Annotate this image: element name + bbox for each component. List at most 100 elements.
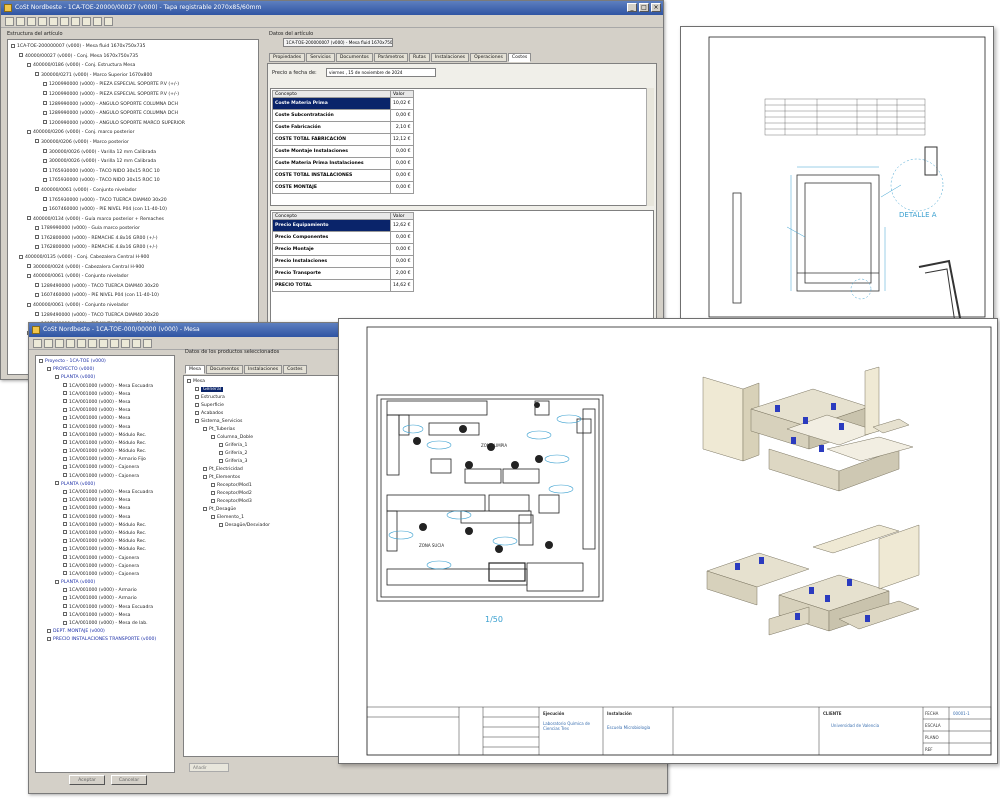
expand-icon[interactable] (63, 620, 67, 625)
expand-icon[interactable] (203, 426, 207, 431)
tree-node[interactable]: 1CA-TOE-200000007 (v000) - Mesa fluid 16… (11, 42, 255, 52)
tree-node[interactable]: PRECIO INSTALACIONES TRANSPORTE (v000) (39, 636, 171, 644)
paste-icon[interactable] (71, 17, 80, 26)
tree-node[interactable]: 400000/0134 (v000) - Guía marco posterio… (11, 215, 255, 225)
tree-node[interactable]: Proyecto - 1CA-TOE (v000) (39, 358, 171, 366)
expand-icon[interactable] (35, 235, 39, 240)
table-row[interactable]: Precio Montaje 0,00 € (272, 243, 414, 256)
tree-node[interactable]: 1CA/001000 (v000) - Armario Fijo (39, 456, 171, 464)
expand-icon[interactable] (63, 555, 67, 559)
tab-instalaciones[interactable]: Instalaciones (244, 365, 283, 374)
expand-icon[interactable] (35, 292, 39, 297)
tree-node[interactable]: 400000/0206 (v000) - Conj. marco posteri… (11, 128, 255, 138)
tree-node[interactable]: 1CA/001000 (v000) - Mesa (39, 391, 171, 399)
expand-icon[interactable] (35, 244, 39, 249)
print-icon[interactable] (38, 17, 47, 26)
expand-icon[interactable] (27, 62, 31, 67)
expand-icon[interactable] (63, 399, 67, 404)
expand-icon[interactable] (63, 546, 67, 551)
tab-operaciones[interactable]: Operaciones (470, 53, 507, 62)
expand-icon[interactable] (35, 187, 39, 192)
tree-node[interactable]: 1289990000 (v000) - ANGULO SOPORTE COLUM… (11, 100, 255, 110)
expand-icon[interactable] (203, 506, 207, 511)
table-row[interactable]: Coste Montaje Instalaciones 0,00 € (272, 145, 414, 158)
tree-node[interactable]: 1CA/001000 (v000) - Mesa (39, 514, 171, 522)
tree-node[interactable]: 1765930000 (v000) - TACO NIDO 30x15 ROC … (11, 176, 255, 186)
tab-mesa[interactable]: Mesa (185, 365, 205, 374)
tree-node[interactable]: Pt_Electricidad (187, 466, 339, 474)
table-row[interactable]: PRECIO TOTAL 14,62 € (272, 279, 414, 292)
tree-node[interactable]: 1CA/001000 (v000) - Mesa (39, 505, 171, 513)
expand-icon[interactable] (203, 474, 207, 479)
expand-icon[interactable] (203, 466, 207, 471)
expand-icon[interactable] (63, 383, 67, 388)
tree-node[interactable]: 1CA/001000 (v000) - Armario (39, 595, 171, 603)
tab-propiedades[interactable]: Propiedades (269, 53, 306, 62)
copy-icon[interactable] (77, 339, 86, 348)
tab-costes[interactable]: Costes (283, 365, 307, 374)
tree-node[interactable]: PLANTA (v000) (39, 579, 171, 587)
expand-icon[interactable] (63, 604, 67, 609)
tree-node[interactable]: 1200990000 (v000) - PIEZA ESPECIAL SOPOR… (11, 80, 255, 90)
expand-icon[interactable] (35, 312, 39, 317)
expand-icon[interactable] (195, 394, 199, 399)
tree-node[interactable]: Receptor/Mod2 (187, 490, 339, 498)
minimize-button[interactable]: _ (627, 3, 637, 12)
expand-icon[interactable] (27, 216, 31, 221)
tab-par-metros[interactable]: Parámetros (373, 53, 409, 62)
expand-icon[interactable] (63, 571, 67, 576)
help-icon[interactable] (104, 17, 113, 26)
expand-icon[interactable] (63, 407, 67, 412)
product-detail-tree[interactable]: Mesa General Estructura Superficie Acabados S… (183, 375, 343, 757)
scrollbar[interactable] (646, 88, 654, 206)
expand-icon[interactable] (35, 72, 39, 77)
tree-node[interactable]: 300000/0026 (v000) - Varilla 12 mm Calib… (11, 157, 255, 167)
expand-icon[interactable] (27, 273, 31, 278)
expand-icon[interactable] (43, 177, 47, 182)
tree-node[interactable]: 1CA/001000 (v000) - Módulo Rec. (39, 448, 171, 456)
tree-node[interactable]: 400000/0061 (v000) - Conjunto nivelador (11, 301, 255, 311)
tree-node[interactable]: 1765930000 (v000) - TACO NIDO 30x15 ROC … (11, 167, 255, 177)
tree-node[interactable]: 1762800000 (v000) - REMACHE 4.8x16 GR00 … (11, 243, 255, 253)
column-header[interactable]: Valor (390, 212, 414, 220)
expand-icon[interactable] (39, 358, 43, 363)
tree-node[interactable]: 1CA/001000 (v000) - Mesa (39, 497, 171, 505)
tree-node[interactable]: General (187, 386, 339, 394)
tree-node[interactable]: 1CA/001000 (v000) - Módulo Rec. (39, 538, 171, 546)
tab-documentos[interactable]: Documentos (335, 53, 373, 62)
expand-icon[interactable] (219, 442, 223, 447)
expand-icon[interactable] (47, 636, 51, 641)
expand-icon[interactable] (43, 197, 47, 201)
expand-icon[interactable] (63, 489, 67, 494)
expand-icon[interactable] (27, 129, 31, 134)
tab-rutas[interactable]: Rutas (409, 53, 430, 62)
tree-node[interactable]: 1289490000 (v000) - TACO TUERCA DIAM40 3… (11, 282, 255, 292)
table-row[interactable]: Coste Materia Prima 10,02 € (272, 97, 414, 110)
tree-node[interactable]: Receptor/Mod3 (187, 498, 339, 506)
expand-icon[interactable] (19, 53, 23, 58)
tree-node[interactable]: Pt_Tuberías (187, 426, 339, 434)
maximize-button[interactable]: □ (639, 3, 649, 12)
date-picker[interactable]: viernes , 15 de noviembre de 2024 (326, 68, 436, 77)
refresh-icon[interactable] (93, 17, 102, 26)
expand-icon[interactable] (63, 415, 67, 420)
table-row[interactable]: COSTE MONTAJE 0,00 € (272, 181, 414, 194)
tree-node[interactable]: 1200990000 (v000) - ANGULO SOPORTE MARCO… (11, 119, 255, 129)
tree-node[interactable]: Acabados (187, 410, 339, 418)
tree-node[interactable]: 300000/0206 (v000) - Marco posterior (11, 138, 255, 148)
expand-icon[interactable] (35, 283, 39, 288)
tree-node[interactable]: 1CA/001000 (v000) - Mesa (39, 424, 171, 432)
expand-icon[interactable] (187, 378, 191, 383)
column-header[interactable]: Valor (390, 90, 414, 98)
close-button[interactable]: × (651, 3, 661, 12)
expand-icon[interactable] (195, 386, 199, 391)
expand-icon[interactable] (219, 458, 223, 463)
tree-node[interactable]: 400000/0061 (v000) - Conjunto nivelador (11, 186, 255, 196)
tree-node[interactable]: 1762800000 (v000) - REMACHE 4.8x16 GR00 … (11, 234, 255, 244)
tree-node[interactable]: 1CA/001000 (v000) - Mesa (39, 399, 171, 407)
tree-node[interactable]: 1CA/001000 (v000) - Módulo Rec. (39, 522, 171, 530)
article-field[interactable]: 1CA-TOE-200000007 (v000) - Mesa fluid 16… (283, 38, 393, 47)
expand-icon[interactable] (195, 402, 199, 407)
tree-node[interactable]: 400000/0061 (v000) - Conjunto nivelador (11, 272, 255, 282)
expand-icon[interactable] (63, 538, 67, 543)
